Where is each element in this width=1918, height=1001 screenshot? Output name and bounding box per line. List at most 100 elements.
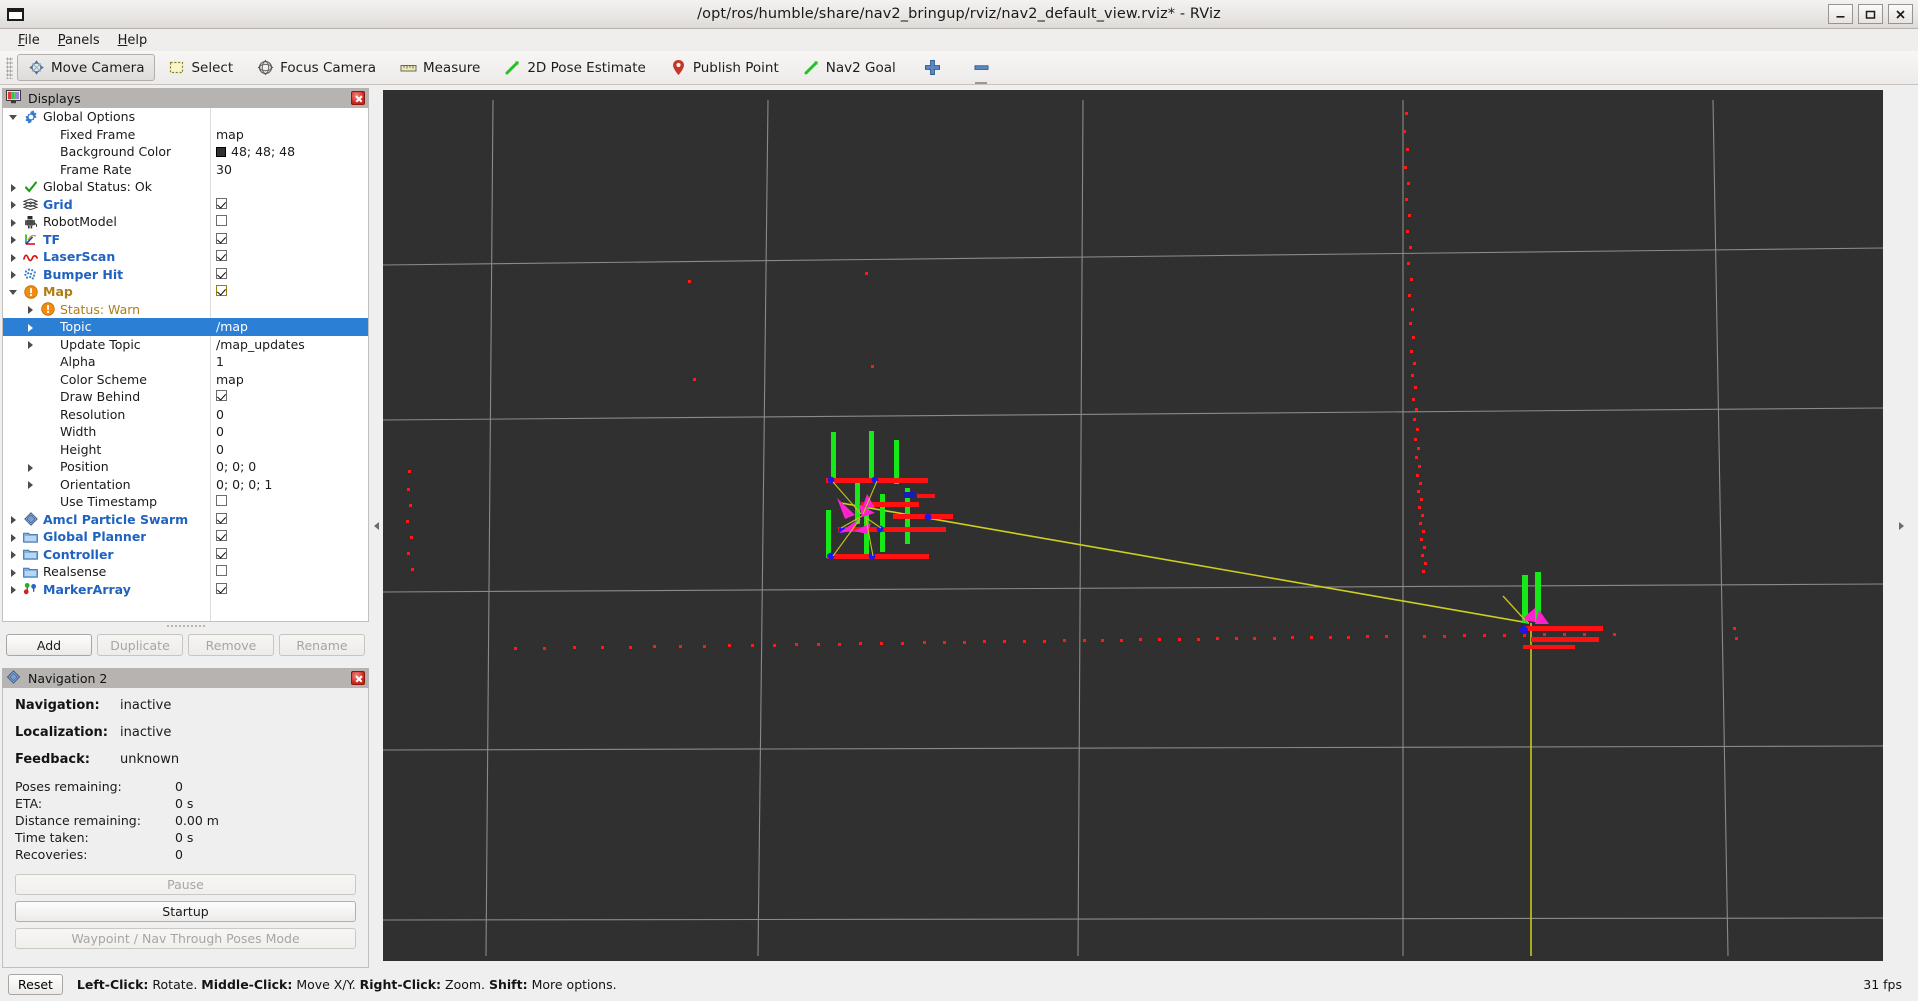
tree-row-value[interactable] — [210, 284, 368, 299]
3d-viewport[interactable] — [383, 90, 1883, 961]
tree-row-value[interactable] — [210, 232, 368, 247]
chevron-right-icon[interactable] — [9, 567, 18, 577]
tree-row-value[interactable] — [210, 582, 368, 597]
tree-row[interactable]: Position 0; 0; 0 — [3, 458, 368, 476]
tree-row[interactable]: Fixed Frame map — [3, 126, 368, 144]
tree-row[interactable]: Map — [3, 283, 368, 301]
tree-row[interactable]: Draw Behind — [3, 388, 368, 406]
tree-row-value[interactable] — [210, 214, 368, 229]
visibility-checkbox[interactable] — [216, 582, 227, 594]
tool-publish-point[interactable]: Publish Point — [659, 54, 790, 81]
tree-row-value[interactable]: map — [210, 372, 368, 387]
chevron-right-icon[interactable] — [9, 270, 18, 280]
tree-row[interactable]: Width 0 — [3, 423, 368, 441]
chevron-right-icon[interactable] — [9, 235, 18, 245]
tree-row-value[interactable] — [210, 564, 368, 579]
tool-select[interactable]: Select — [157, 54, 244, 81]
navigation2-panel-close-icon[interactable] — [351, 671, 365, 685]
tree-row[interactable]: Controller — [3, 546, 368, 564]
close-button[interactable] — [1888, 4, 1913, 24]
visibility-checkbox[interactable] — [216, 530, 227, 542]
menu-panels[interactable]: Panels — [49, 31, 109, 50]
tree-row-value[interactable]: 0 — [210, 407, 368, 422]
menu-help[interactable]: Help — [109, 31, 157, 50]
tree-row-value[interactable]: 48; 48; 48 — [210, 144, 368, 159]
tree-row-value[interactable] — [210, 529, 368, 544]
left-panel-collapse-handle[interactable] — [371, 90, 381, 961]
chevron-right-icon[interactable] — [26, 480, 35, 490]
tree-row[interactable]: Alpha 1 — [3, 353, 368, 371]
visibility-checkbox[interactable] — [216, 232, 227, 244]
tree-row[interactable]: LaserScan — [3, 248, 368, 266]
chevron-down-icon[interactable] — [9, 112, 18, 121]
tree-row[interactable]: Resolution 0 — [3, 406, 368, 424]
add-button[interactable]: Add — [6, 634, 92, 656]
tree-row[interactable]: Realsense — [3, 563, 368, 581]
tree-row-value[interactable] — [210, 197, 368, 212]
tree-row-value[interactable] — [210, 512, 368, 527]
chevron-right-icon[interactable] — [26, 322, 35, 332]
chevron-down-icon[interactable] — [9, 287, 18, 296]
tool-focus-camera[interactable]: Focus Camera — [246, 54, 387, 81]
chevron-right-icon[interactable] — [9, 252, 18, 262]
visibility-checkbox[interactable] — [216, 267, 227, 279]
tree-row-value[interactable]: 0 — [210, 442, 368, 457]
toolbar-overflow-indicator[interactable] — [975, 82, 988, 84]
tree-row[interactable]: Background Color 48; 48; 48 — [3, 143, 368, 161]
visibility-checkbox[interactable] — [216, 250, 227, 262]
menu-file[interactable]: File — [9, 31, 49, 50]
tree-row[interactable]: Orientation 0; 0; 0; 1 — [3, 476, 368, 494]
visibility-checkbox[interactable] — [216, 197, 227, 209]
chevron-right-icon[interactable] — [26, 462, 35, 472]
chevron-right-icon[interactable] — [9, 532, 18, 542]
tree-row-value[interactable] — [210, 389, 368, 404]
tree-row-value[interactable]: 0 — [210, 424, 368, 439]
maximize-button[interactable] — [1858, 4, 1883, 24]
tree-row-value[interactable]: /map_updates — [210, 337, 368, 352]
tree-row[interactable]: Bumper Hit — [3, 266, 368, 284]
tree-row[interactable]: Topic/map — [3, 318, 368, 336]
tree-row-value[interactable] — [210, 494, 368, 509]
tool-remove[interactable] — [958, 54, 1005, 84]
tree-row-value[interactable]: /map — [210, 319, 368, 334]
tree-row[interactable]: TF — [3, 231, 368, 249]
chevron-right-icon[interactable] — [9, 550, 18, 560]
visibility-checkbox[interactable] — [216, 215, 227, 227]
visibility-checkbox[interactable] — [216, 565, 227, 577]
visibility-checkbox[interactable] — [216, 390, 227, 402]
tree-row[interactable]: Color Scheme map — [3, 371, 368, 389]
tool-add[interactable] — [909, 54, 956, 81]
tree-row[interactable]: MarkerArray — [3, 581, 368, 599]
tree-row[interactable]: Use Timestamp — [3, 493, 368, 511]
visibility-checkbox[interactable] — [216, 285, 227, 297]
tree-row[interactable]: Grid — [3, 196, 368, 214]
visibility-checkbox[interactable] — [216, 547, 227, 559]
tree-row-value[interactable] — [210, 547, 368, 562]
tree-row[interactable]: Frame Rate 30 — [3, 161, 368, 179]
startup-button[interactable]: Startup — [15, 901, 356, 922]
background-color-swatch[interactable] — [216, 147, 226, 158]
chevron-right-icon[interactable] — [9, 515, 18, 525]
visibility-checkbox[interactable] — [216, 512, 227, 524]
chevron-right-icon[interactable] — [9, 200, 18, 210]
minimize-button[interactable] — [1828, 4, 1853, 24]
chevron-right-icon[interactable] — [26, 340, 35, 350]
tool-2d-pose-estimate[interactable]: 2D Pose Estimate — [493, 54, 656, 81]
tree-row-value[interactable]: 1 — [210, 354, 368, 369]
tree-row-value[interactable] — [210, 267, 368, 282]
tree-row[interactable]: Update Topic/map_updates — [3, 336, 368, 354]
toolbar-grip[interactable] — [6, 56, 13, 79]
tree-row-value[interactable]: 30 — [210, 162, 368, 177]
chevron-right-icon[interactable] — [9, 585, 18, 595]
tool-nav2-goal[interactable]: Nav2 Goal — [792, 54, 907, 81]
tool-move-camera[interactable]: Move Camera — [17, 54, 156, 81]
tree-row-value[interactable]: 0; 0; 0 — [210, 459, 368, 474]
tree-row[interactable]: Status: Warn — [3, 301, 368, 319]
chevron-right-icon[interactable] — [9, 182, 18, 192]
tree-row[interactable]: Height 0 — [3, 441, 368, 459]
displays-panel-close-icon[interactable] — [351, 91, 365, 105]
tree-row[interactable]: Global Options — [3, 108, 368, 126]
displays-tree[interactable]: Global Options Fixed Frame map Background C… — [2, 108, 369, 622]
tree-row[interactable]: Global Status: Ok — [3, 178, 368, 196]
tree-row[interactable]: Amcl Particle Swarm — [3, 511, 368, 529]
